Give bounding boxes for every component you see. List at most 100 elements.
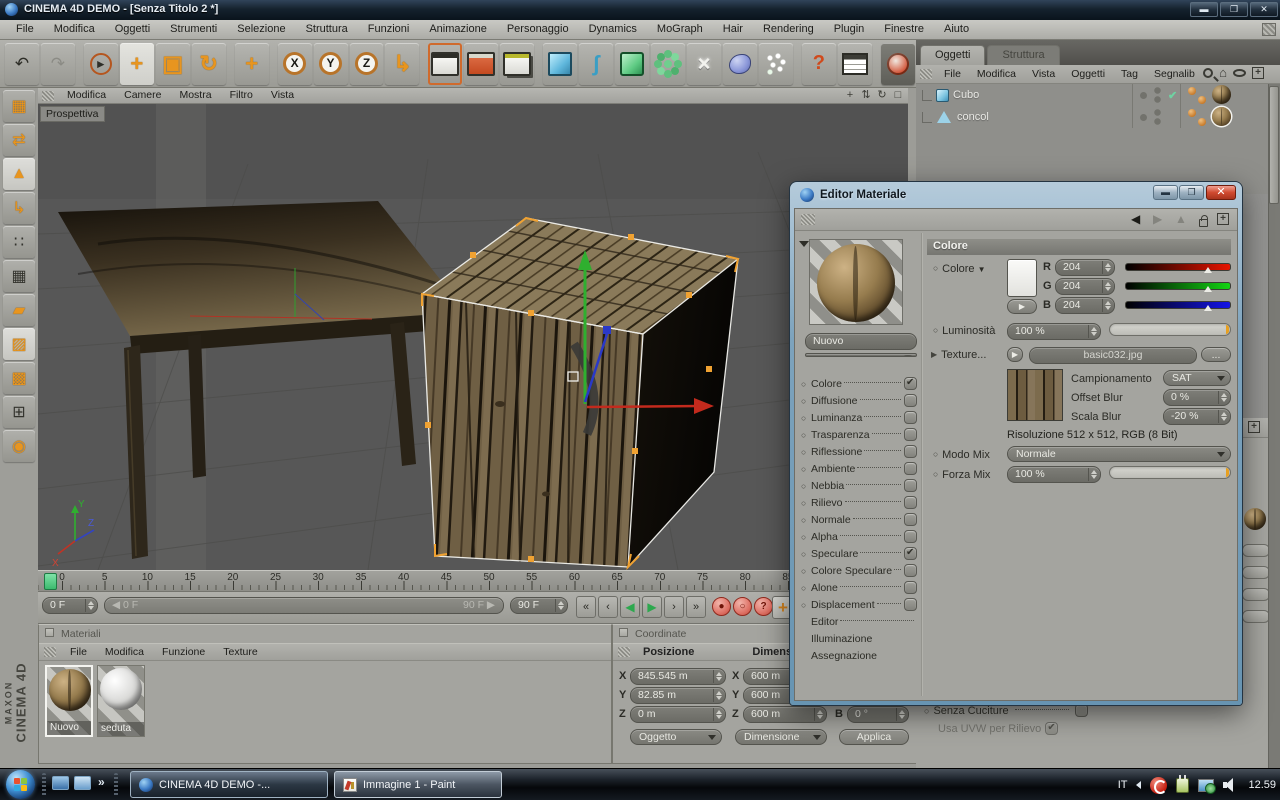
drag-grip-icon[interactable] bbox=[801, 214, 815, 225]
shader-field[interactable]: ▶ bbox=[805, 353, 917, 357]
channel-checkbox[interactable] bbox=[904, 547, 917, 560]
texture-tag-icon[interactable] bbox=[1212, 107, 1231, 126]
lock-icon[interactable] bbox=[1199, 219, 1208, 227]
preview-options-icon[interactable] bbox=[799, 241, 809, 252]
materials-menu-texture[interactable]: Texture bbox=[214, 643, 266, 662]
add-spline-button[interactable]: ʃ bbox=[579, 43, 613, 85]
hidden-field[interactable] bbox=[1242, 610, 1270, 623]
om-menu-oggetti[interactable]: Oggetti bbox=[1063, 65, 1113, 84]
channel-checkbox[interactable] bbox=[904, 496, 917, 509]
b-slider-marker[interactable] bbox=[1204, 305, 1212, 311]
menu-mograph[interactable]: MoGraph bbox=[647, 20, 713, 39]
uvw-tag-icon[interactable] bbox=[1198, 118, 1206, 126]
material-preview-thumb[interactable] bbox=[1244, 508, 1266, 530]
taskbar-task-cinema4d[interactable]: CINEMA 4D DEMO -... bbox=[130, 771, 328, 798]
menu-file[interactable]: File bbox=[6, 20, 44, 39]
next-frame-button[interactable]: › bbox=[664, 596, 684, 618]
channel-speculare[interactable]: ○Speculare bbox=[801, 545, 917, 562]
viewport-menu-camere[interactable]: Camere bbox=[115, 88, 170, 103]
r-slider[interactable] bbox=[1125, 263, 1231, 271]
view-label[interactable]: Prospettiva bbox=[40, 106, 105, 122]
menu-plugin[interactable]: Plugin bbox=[824, 20, 875, 39]
channel-ambiente[interactable]: ○Ambiente bbox=[801, 460, 917, 477]
help-button[interactable]: ? bbox=[802, 43, 836, 85]
add-array-button[interactable] bbox=[651, 43, 685, 85]
texture-file-button[interactable]: basic032.jpg bbox=[1029, 347, 1197, 364]
prev-frame-button[interactable]: ‹ bbox=[598, 596, 618, 618]
current-frame-field[interactable]: 0 F bbox=[42, 597, 98, 614]
mix-mode-dropdown[interactable]: Normale bbox=[1007, 446, 1231, 462]
antivirus-tray-icon[interactable] bbox=[1150, 777, 1167, 794]
texture-browse-button[interactable]: ... bbox=[1201, 347, 1231, 362]
pos-z-field[interactable]: 0 m bbox=[630, 706, 726, 723]
layout-grip-icon[interactable] bbox=[1262, 23, 1276, 36]
add-particles-button[interactable] bbox=[759, 43, 793, 85]
channel-checkbox[interactable] bbox=[904, 581, 917, 594]
channel-illuminazione[interactable]: Illuminazione bbox=[801, 630, 917, 647]
lock-z-button[interactable]: Z bbox=[350, 43, 384, 85]
texture-expand-button[interactable]: ▶ bbox=[1007, 347, 1023, 362]
scene-browser-button[interactable] bbox=[838, 43, 872, 85]
clock[interactable]: 12.59 bbox=[1248, 779, 1276, 791]
viewport-menu-filtro[interactable]: Filtro bbox=[221, 88, 262, 103]
channel-checkbox[interactable] bbox=[904, 428, 917, 441]
minimize-button[interactable]: ▬ bbox=[1153, 185, 1178, 200]
viewport-menu-modifica[interactable]: Modifica bbox=[58, 88, 115, 103]
b-slider[interactable] bbox=[1125, 301, 1231, 309]
vp-rotate-icon[interactable]: ↻ bbox=[874, 88, 890, 103]
vp-toggle-icon[interactable]: □ bbox=[890, 88, 906, 103]
menu-animazione[interactable]: Animazione bbox=[419, 20, 496, 39]
channel-colore[interactable]: ○Colore bbox=[801, 375, 917, 392]
autokey-button[interactable]: ○ bbox=[733, 597, 752, 616]
apply-button[interactable]: Applica bbox=[839, 729, 909, 745]
object-axis-mode-button[interactable]: ↳ bbox=[3, 192, 35, 224]
g-field[interactable]: 204 bbox=[1055, 278, 1115, 295]
tab-struttura[interactable]: Struttura bbox=[987, 45, 1059, 65]
menu-dynamics[interactable]: Dynamics bbox=[579, 20, 647, 39]
om-menu-tag[interactable]: Tag bbox=[1113, 65, 1146, 84]
texture-thumbnail[interactable] bbox=[1007, 369, 1063, 421]
menu-finestre[interactable]: Finestre bbox=[874, 20, 934, 39]
power-tray-icon[interactable] bbox=[1176, 778, 1189, 793]
minimize-button[interactable]: ▬ bbox=[1190, 2, 1218, 17]
viewport-3d-view[interactable]: Y Z X Prospettiva bbox=[38, 104, 908, 570]
drag-grip-icon[interactable] bbox=[42, 91, 54, 101]
menu-modifica[interactable]: Modifica bbox=[44, 20, 105, 39]
material-name-field[interactable]: Nuovo bbox=[805, 333, 917, 350]
materials-menu-modifica[interactable]: Modifica bbox=[96, 643, 153, 662]
materials-menu-funzione[interactable]: Funzione bbox=[153, 643, 214, 662]
menu-strumenti[interactable]: Strumenti bbox=[160, 20, 227, 39]
goto-end-button[interactable]: » bbox=[686, 596, 706, 618]
channel-checkbox[interactable] bbox=[904, 479, 917, 492]
channel-alpha[interactable]: ○Alpha bbox=[801, 528, 917, 545]
layout-button[interactable]: ▦ bbox=[3, 90, 35, 122]
viewport-menu-mostra[interactable]: Mostra bbox=[170, 88, 220, 103]
render-visibility-toggle[interactable] bbox=[1154, 109, 1161, 125]
channel-normale[interactable]: ○Normale bbox=[801, 511, 917, 528]
add-hypernurbs-button[interactable] bbox=[615, 43, 649, 85]
channel-checkbox[interactable] bbox=[904, 598, 917, 611]
channel-rilievo[interactable]: ○Rilievo bbox=[801, 494, 917, 511]
move-button[interactable]: + bbox=[120, 43, 154, 85]
r-field[interactable]: 204 bbox=[1055, 259, 1115, 276]
channel-checkbox[interactable] bbox=[904, 513, 917, 526]
texture-mode-button[interactable]: ▨ bbox=[3, 328, 35, 360]
materials-menu-file[interactable]: File bbox=[61, 643, 96, 662]
menu-aiuto[interactable]: Aiuto bbox=[934, 20, 979, 39]
texture-axis-mode-button[interactable]: ▩ bbox=[3, 362, 35, 394]
live-selection-button[interactable]: ► bbox=[84, 43, 118, 85]
scale-blur-field[interactable]: -20 % bbox=[1163, 408, 1231, 425]
luminosity-slider[interactable] bbox=[1109, 323, 1231, 336]
pos-y-field[interactable]: 82.85 m bbox=[630, 687, 726, 704]
add-symmetry-button[interactable]: × bbox=[687, 43, 721, 85]
tray-expand-icon[interactable] bbox=[1136, 781, 1141, 789]
hidden-field[interactable] bbox=[1242, 588, 1270, 601]
scrollbar-thumb[interactable] bbox=[1269, 86, 1279, 204]
search-icon[interactable] bbox=[1203, 68, 1213, 78]
render-view-button[interactable] bbox=[428, 43, 462, 85]
channel-displacement[interactable]: ○Displacement bbox=[801, 596, 917, 613]
up-icon[interactable]: ▲ bbox=[1175, 212, 1187, 226]
channel-assegnazione[interactable]: Assegnazione bbox=[801, 647, 917, 664]
add-panel-icon[interactable]: + bbox=[1252, 67, 1264, 79]
editor-visibility-toggle[interactable] bbox=[1140, 92, 1147, 99]
